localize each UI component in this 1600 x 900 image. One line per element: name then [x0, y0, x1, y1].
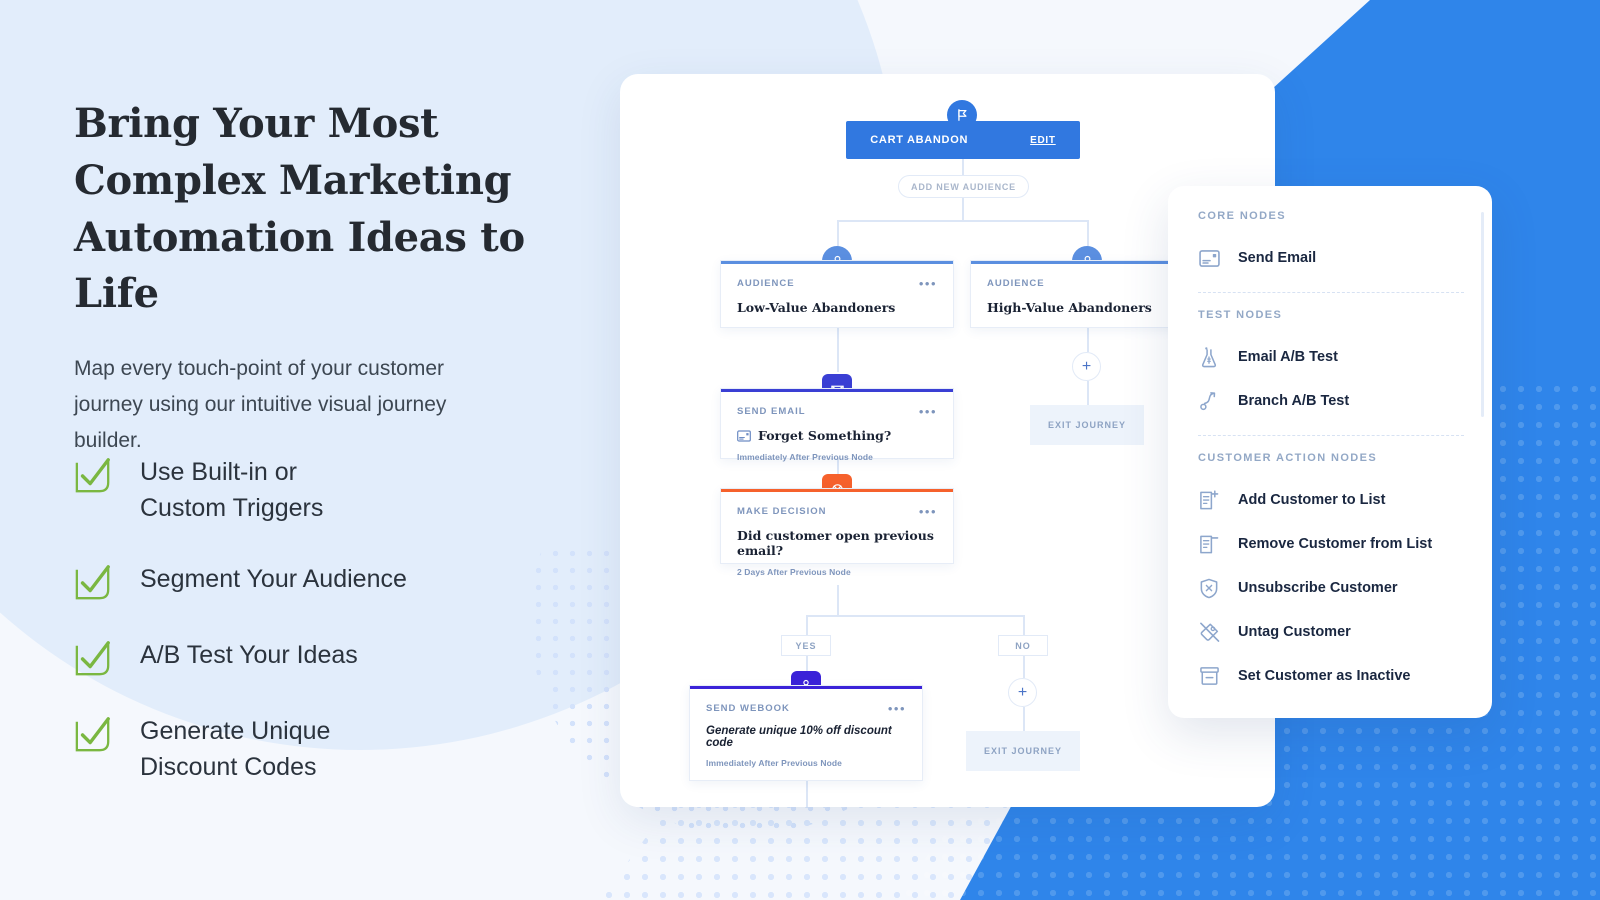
check-icon	[74, 640, 112, 678]
shield-x-icon	[1198, 577, 1220, 599]
archive-icon	[1198, 665, 1220, 687]
palette-divider	[1198, 292, 1464, 293]
palette-item-label: Branch A/B Test	[1238, 393, 1350, 409]
make-decision-node[interactable]: MAKE DECISION ••• Did customer open prev…	[720, 488, 954, 577]
palette-item-unsubscribe-customer[interactable]: Unsubscribe Customer	[1198, 566, 1464, 610]
send-email-icon	[737, 429, 751, 442]
check-icon	[74, 564, 112, 602]
node-timing: Immediately After Previous Node	[706, 758, 842, 768]
hero-banner: Bring Your Most Complex Marketing Automa…	[0, 0, 1600, 900]
branch-label-no: NO	[998, 635, 1048, 656]
page-title: Bring Your Most Complex Marketing Automa…	[74, 96, 574, 323]
palette-scrollbar[interactable]	[1481, 212, 1484, 417]
connector	[1023, 656, 1025, 678]
list-item-label: Segment Your Audience	[140, 565, 407, 593]
branch-label-yes: YES	[781, 635, 831, 656]
tag-off-icon	[1198, 621, 1220, 643]
palette-item-label: Add Customer to List	[1238, 492, 1386, 508]
list-item-label: Use Built-in or Custom Triggers	[140, 458, 324, 522]
headline-line-2: Complex Marketing	[74, 156, 512, 204]
connector	[1023, 707, 1025, 731]
palette-section-test: TEST NODES Email A/B Test Branch A/B Tes…	[1198, 309, 1464, 423]
connector	[837, 328, 839, 372]
list-item: Generate Unique Discount Codes	[74, 714, 594, 785]
palette-item-label: Send Email	[1238, 250, 1317, 266]
add-node-button[interactable]: +	[1008, 678, 1037, 707]
palette-divider	[1198, 435, 1464, 436]
list-remove-icon	[1198, 533, 1220, 555]
hero-subtitle: Map every touch-point of your customer j…	[74, 357, 447, 453]
exit-journey-node[interactable]: EXIT JOURNEY	[966, 731, 1080, 771]
palette-section-title: CORE NODES	[1198, 210, 1286, 222]
node-timing: 2 Days After Previous Node	[737, 567, 851, 577]
add-new-audience-button[interactable]: ADD NEW AUDIENCE	[898, 175, 1029, 198]
palette-item-label: Remove Customer from List	[1238, 536, 1433, 552]
send-email-node[interactable]: SEND EMAIL ••• Forget Something? Immedia…	[720, 388, 954, 462]
node-kicker: AUDIENCE	[987, 278, 1045, 289]
list-item: Use Built-in or Custom Triggers	[74, 455, 594, 526]
node-title: Did customer open previous email?	[737, 528, 934, 558]
connector	[1023, 615, 1025, 635]
palette-item-set-customer-as-inactive[interactable]: Set Customer as Inactive	[1198, 654, 1464, 698]
branch-icon	[1198, 390, 1220, 412]
palette-section-title: TEST NODES	[1198, 309, 1283, 321]
node-kicker: MAKE DECISION	[737, 506, 827, 517]
list-item: Segment Your Audience	[74, 562, 594, 602]
headline-line-3: Automation Ideas to Life	[74, 213, 525, 318]
node-kicker: SEND WEBOOK	[706, 703, 790, 714]
palette-item-add-customer-to-list[interactable]: Add Customer to List	[1198, 478, 1464, 522]
node-menu-icon[interactable]: •••	[888, 702, 906, 715]
list-item: A/B Test Your Ideas	[74, 638, 594, 678]
trigger-edit-link[interactable]: EDIT	[1030, 135, 1056, 146]
palette-item-label: Untag Customer	[1238, 624, 1351, 640]
connector	[806, 615, 808, 635]
connector	[806, 781, 808, 807]
palette-item-label: Unsubscribe Customer	[1238, 580, 1398, 596]
send-webook-node[interactable]: SEND WEBOOK ••• Generate unique 10% off …	[689, 685, 923, 781]
palette-section-core: CORE NODES Send Email	[1198, 210, 1464, 280]
node-kicker: SEND EMAIL	[737, 406, 806, 417]
node-title: High-Value Abandoners	[987, 300, 1152, 315]
hero-copy: Bring Your Most Complex Marketing Automa…	[74, 96, 574, 460]
audience-low-node[interactable]: AUDIENCE ••• Low-Value Abandoners	[720, 260, 954, 328]
node-menu-icon[interactable]: •••	[919, 505, 937, 518]
connector	[1087, 381, 1089, 405]
connector	[962, 159, 964, 176]
palette-item-untag-customer[interactable]: Untag Customer	[1198, 610, 1464, 654]
palette-item-send-email[interactable]: Send Email	[1198, 236, 1464, 280]
feature-checklist: Use Built-in or Custom Triggers Segment …	[74, 455, 594, 785]
headline-line-1: Bring Your Most	[74, 100, 439, 147]
send-email-icon	[1198, 247, 1220, 269]
node-title: Forget Something?	[737, 428, 937, 443]
node-title-text: Forget Something?	[758, 428, 892, 443]
palette-item-email-ab-test[interactable]: Email A/B Test	[1198, 335, 1464, 379]
connector	[806, 615, 1023, 617]
node-palette-panel: CORE NODES Send Email TEST NODES Email A…	[1168, 186, 1492, 718]
connector	[1087, 328, 1089, 352]
flask-icon	[1198, 346, 1220, 368]
palette-item-remove-customer-from-list[interactable]: Remove Customer from List	[1198, 522, 1464, 566]
node-menu-icon[interactable]: •••	[919, 277, 937, 290]
trigger-title: CART ABANDON	[870, 134, 969, 146]
node-timing: Immediately After Previous Node	[737, 452, 873, 462]
list-item-label: Generate Unique Discount Codes	[140, 717, 331, 781]
check-icon	[74, 716, 112, 754]
exit-journey-node[interactable]: EXIT JOURNEY	[1030, 405, 1144, 445]
node-menu-icon[interactable]: •••	[919, 405, 937, 418]
node-kicker: AUDIENCE	[737, 278, 795, 289]
trigger-node[interactable]: CART ABANDON EDIT	[846, 121, 1080, 159]
node-title: Low-Value Abandoners	[737, 300, 896, 315]
palette-item-label: Set Customer as Inactive	[1238, 668, 1411, 684]
palette-section-title: CUSTOMER ACTION NODES	[1198, 452, 1378, 464]
connector	[962, 198, 964, 220]
palette-item-branch-ab-test[interactable]: Branch A/B Test	[1198, 379, 1464, 423]
check-icon	[74, 457, 112, 495]
list-item-label: A/B Test Your Ideas	[140, 641, 358, 669]
connector	[837, 220, 1088, 222]
node-title: Generate unique 10% off discount code	[706, 725, 892, 749]
add-node-button[interactable]: +	[1072, 352, 1101, 381]
palette-section-customer-action: CUSTOMER ACTION NODES Add Customer to Li…	[1198, 452, 1464, 698]
list-add-icon	[1198, 489, 1220, 511]
palette-item-label: Email A/B Test	[1238, 349, 1338, 365]
